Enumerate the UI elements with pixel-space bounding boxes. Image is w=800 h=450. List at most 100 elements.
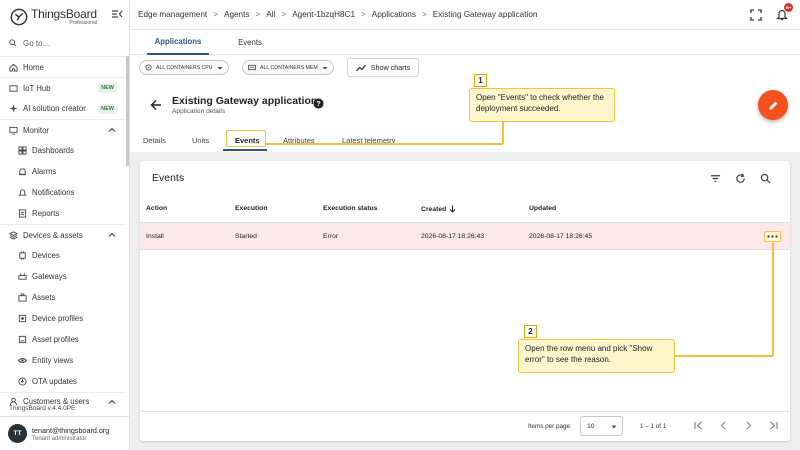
- pencil-icon: [768, 101, 777, 110]
- sidebar-item-customers-users[interactable]: Customers & users: [0, 392, 126, 406]
- sidebar-item-label: AI solution creator: [23, 104, 86, 113]
- sidebar-item-label: Notifications: [32, 188, 75, 197]
- cell-updated: 2026-08-17 18:26:45: [529, 233, 593, 240]
- show-charts-button[interactable]: Show charts: [347, 58, 419, 77]
- sidebar-item-devices[interactable]: Devices: [0, 245, 126, 266]
- sidebar-item-label: Home: [23, 62, 44, 72]
- fullscreen-icon[interactable]: [750, 8, 762, 21]
- filter-icon: [145, 64, 152, 71]
- chevron-up-icon: [108, 399, 116, 404]
- search-icon[interactable]: [760, 173, 771, 184]
- filter-list-icon[interactable]: [710, 173, 721, 184]
- next-page-icon[interactable]: [743, 420, 754, 431]
- breadcrumb-separator: >: [361, 10, 366, 19]
- mem-filter-chip[interactable]: ALL CONTAINERS MEM: [242, 60, 334, 75]
- row-menu-button[interactable]: [764, 231, 781, 242]
- sidebar-item-monitor[interactable]: Monitor: [0, 119, 126, 140]
- mem-filter-label: ALL CONTAINERS MEM: [260, 64, 318, 71]
- device-profile-icon: [18, 314, 27, 323]
- user-menu[interactable]: TT tenant@thingsboard.org Tenant adminis…: [0, 416, 129, 450]
- column-header-created-label: Created: [421, 205, 447, 213]
- tab-latest-telemetry[interactable]: Latest telemetry: [342, 130, 395, 151]
- device-icon: [18, 251, 27, 260]
- callout-2-connector: [675, 355, 773, 357]
- table-row[interactable]: Install Started Error 2026-08-17 18:26:4…: [140, 223, 790, 250]
- back-arrow-icon[interactable]: [150, 99, 162, 111]
- items-per-page-select[interactable]: 10: [580, 416, 623, 436]
- cell-action: Install: [146, 233, 164, 240]
- sidebar-item-asset-profiles[interactable]: Asset profiles: [0, 329, 126, 350]
- filter-bar: ALL CONTAINERS CPU ALL CONTAINERS MEM Sh…: [130, 55, 800, 82]
- collapse-menu-icon[interactable]: [111, 8, 123, 20]
- sidebar-item-entity-views[interactable]: Entity views: [0, 350, 126, 371]
- breadcrumb-item[interactable]: Agent-1bzqH8C1: [292, 10, 355, 19]
- home-icon: [9, 63, 18, 72]
- chevron-up-icon: [108, 127, 116, 132]
- avatar: TT: [8, 424, 27, 443]
- sidebar-item-home[interactable]: Home: [0, 56, 126, 77]
- refresh-icon[interactable]: [735, 173, 746, 184]
- dashboard-icon: [18, 146, 27, 155]
- callout-1-connector-vertical: [502, 122, 504, 144]
- search-icon: [9, 39, 17, 47]
- breadcrumb-item[interactable]: Applications: [372, 10, 416, 19]
- help-icon[interactable]: ?: [313, 98, 324, 109]
- tab-details[interactable]: Details: [143, 130, 166, 151]
- sidebar-item-iot-hub[interactable]: IoT Hub NEW: [0, 77, 126, 98]
- tab-events[interactable]: Events: [224, 30, 276, 55]
- logo[interactable]: ThingsBoard Professional: [10, 6, 125, 28]
- goto-search[interactable]: Go to...: [0, 34, 129, 52]
- cell-created: 2026-08-17 18:26:43: [421, 233, 485, 240]
- sidebar-item-ota-updates[interactable]: OTA updates: [0, 371, 126, 392]
- chart-line-icon: [355, 64, 366, 71]
- new-badge: NEW: [97, 103, 118, 114]
- column-header-execution-status[interactable]: Execution status: [323, 205, 377, 212]
- devices-assets-icon: [9, 230, 18, 240]
- breadcrumb-item[interactable]: Agents: [224, 10, 250, 19]
- sidebar-item-notifications[interactable]: Notifications: [0, 182, 126, 203]
- items-per-page-label: Items per page:: [528, 423, 572, 430]
- tab-applications[interactable]: Applications: [147, 30, 209, 55]
- previous-page-icon[interactable]: [718, 420, 729, 431]
- user-role: Tenant administrator: [32, 435, 87, 442]
- sidebar-item-reports[interactable]: Reports: [0, 203, 126, 224]
- last-page-icon[interactable]: [768, 420, 779, 431]
- iot-hub-icon: [9, 84, 18, 93]
- breadcrumb-separator: >: [281, 10, 287, 19]
- sidebar-nav: Home IoT Hub NEW AI solution creator NEW…: [0, 56, 126, 406]
- sidebar-item-assets[interactable]: Assets: [0, 287, 126, 308]
- notifications-button[interactable]: 99+: [776, 3, 793, 21]
- breadcrumb-item[interactable]: Edge management: [138, 10, 207, 19]
- tab-units[interactable]: Units: [192, 130, 209, 151]
- column-header-action[interactable]: Action: [146, 205, 167, 212]
- notification-icon: [18, 188, 27, 197]
- edit-fab-button[interactable]: [758, 90, 788, 120]
- first-page-icon[interactable]: [693, 420, 704, 431]
- version-label: ThingsBoard v.4.4.0PE: [9, 405, 76, 412]
- sidebar-scrollbar[interactable]: [126, 56, 129, 166]
- sidebar-item-alarms[interactable]: Alarms: [0, 161, 126, 182]
- page-subtitle: Application details: [172, 108, 226, 115]
- sort-down-arrow-icon: [449, 205, 456, 213]
- sidebar-item-ai-solution-creator[interactable]: AI solution creator NEW: [0, 98, 126, 119]
- svg-text:?: ?: [316, 99, 321, 108]
- top-bar: Edge management > Agents > All > Agent-1…: [130, 0, 800, 30]
- events-card: Events Action Execution Execution status…: [140, 161, 790, 441]
- column-header-updated[interactable]: Updated: [529, 205, 556, 212]
- events-tab-highlight: [226, 130, 266, 147]
- breadcrumb-item[interactable]: All: [266, 10, 275, 19]
- cpu-filter-chip[interactable]: ALL CONTAINERS CPU: [139, 60, 229, 75]
- sparkle-icon: [9, 104, 18, 113]
- sidebar-item-device-profiles[interactable]: Device profiles: [0, 308, 126, 329]
- sidebar-item-devices-assets[interactable]: Devices & assets: [0, 224, 126, 245]
- sidebar-item-gateways[interactable]: Gateways: [0, 266, 126, 287]
- sidebar-item-dashboards[interactable]: Dashboards: [0, 140, 126, 161]
- sidebar-item-label: Devices & assets: [23, 230, 83, 240]
- sidebar-item-label: Alarms: [32, 167, 57, 176]
- tab-attributes[interactable]: Attributes: [283, 130, 315, 151]
- asset-profile-icon: [18, 335, 27, 344]
- column-header-execution[interactable]: Execution: [235, 205, 267, 212]
- sidebar-item-label: Dashboards: [32, 146, 75, 155]
- chevron-down-icon: [322, 66, 328, 69]
- column-header-created[interactable]: Created: [421, 205, 456, 213]
